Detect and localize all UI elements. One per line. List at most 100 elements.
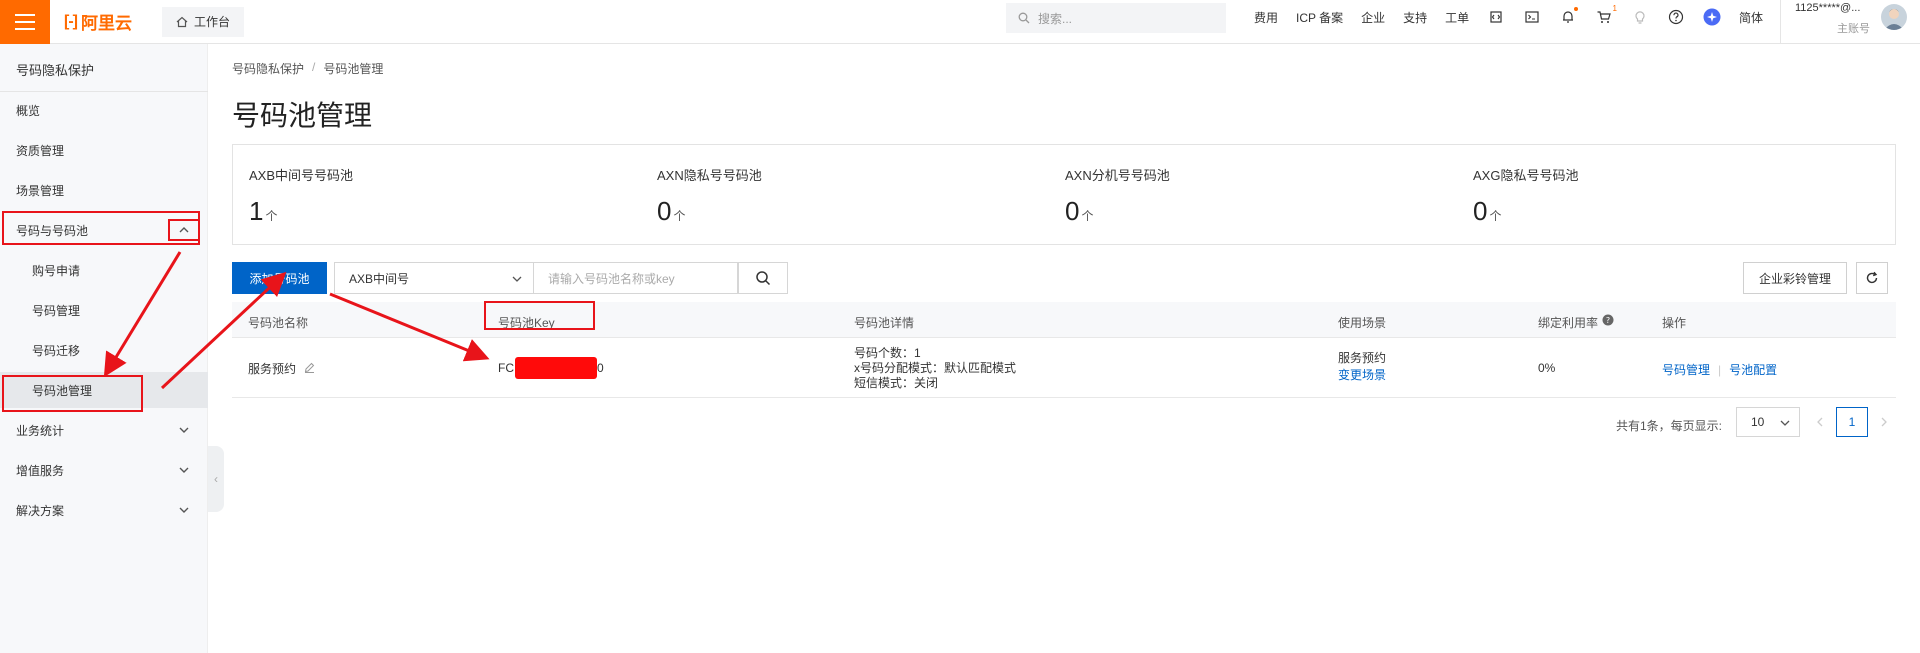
detail-line: x号码分配模式：默认匹配模式 (854, 361, 1017, 375)
utilization-value: 0% (1538, 361, 1556, 375)
stat-unit: 个 (1489, 209, 1502, 223)
redaction-mark (515, 357, 597, 379)
change-scene-link[interactable]: 变更场景 (1338, 367, 1386, 384)
column-header: 号码池详情 (854, 316, 915, 330)
stat-axn-extension: AXN分机号号码池 0个 (1065, 165, 1170, 227)
user-role: 主账号 (1837, 23, 1870, 35)
sidebar-item-solutions[interactable]: 解决方案 (0, 492, 208, 528)
user-menu[interactable]: 1125*****@... 主账号 (1780, 0, 1920, 44)
nav-link-icp[interactable]: ICP 备案 (1287, 9, 1352, 26)
stat-label: AXN隐私号号码池 (657, 168, 762, 183)
sidebar-item-number-manage[interactable]: 号码管理 (0, 292, 208, 328)
actions-cell: 号码管理 | 号池配置 (1662, 361, 1777, 378)
pool-name: 服务预约 (248, 362, 297, 376)
sidebar-item-value-added[interactable]: 增值服务 (0, 452, 208, 488)
sidebar: 号码隐私保护 概览 资质管理 场景管理 号码与号码池 购号申请 号码管理 号码迁… (0, 44, 208, 653)
breadcrumb: 号码隐私保护 / 号码池管理 (232, 60, 383, 77)
sidebar-title: 号码隐私保护 (16, 63, 95, 78)
stat-value: 0 (1473, 196, 1488, 226)
chevron-down-icon (1780, 420, 1790, 426)
language-switch[interactable]: 简体 (1739, 9, 1763, 26)
table-header: 号码池名称 号码池Key 号码池详情 使用场景 绑定利用率 ? 操作 (232, 302, 1896, 338)
page-number-current[interactable]: 1 (1836, 407, 1868, 437)
sidebar-item-scenes[interactable]: 场景管理 (0, 172, 208, 208)
column-header: 操作 (1662, 316, 1687, 330)
annotation-box-chevron (168, 219, 200, 241)
help-icon[interactable] (1667, 8, 1685, 26)
column-header: 使用场景 (1338, 316, 1387, 330)
column-header: 绑定利用率 (1538, 316, 1599, 330)
pagination-summary: 共有1条，每页显示: (1616, 419, 1723, 433)
search-button[interactable] (738, 262, 788, 294)
nav-link-enterprise[interactable]: 企业 (1352, 9, 1394, 26)
bell-dot (1574, 7, 1578, 11)
number-manage-link[interactable]: 号码管理 (1662, 363, 1710, 377)
stat-label: AXB中间号号码池 (249, 168, 354, 183)
stat-unit: 个 (673, 209, 686, 223)
edit-icon[interactable] (304, 362, 315, 373)
sidebar-item-purchase[interactable]: 购号申请 (0, 252, 208, 288)
stat-value: 1 (249, 196, 264, 226)
brand-name: 阿里云 (80, 14, 132, 33)
prev-page-button[interactable] (1808, 407, 1832, 437)
annotation-box-pool-key (484, 301, 595, 330)
pool-details: 号码个数：1 x号码分配模式：默认匹配模式 短信模式：关闭 (854, 346, 1016, 391)
pool-search-input[interactable]: 请输入号码池名称或key (534, 262, 738, 294)
refresh-button[interactable] (1856, 262, 1888, 294)
refresh-icon (1866, 271, 1878, 284)
breadcrumb-separator: / (312, 60, 316, 74)
code-icon[interactable] (1487, 8, 1505, 26)
breadcrumb-item[interactable]: 号码隐私保护 (232, 60, 304, 77)
stat-axn-private: AXN隐私号号码池 0个 (657, 165, 762, 227)
stat-unit: 个 (265, 209, 278, 223)
nav-link-ticket[interactable]: 工单 (1436, 9, 1478, 26)
sidebar-item-number-migrate[interactable]: 号码迁移 (0, 332, 208, 368)
add-pool-button[interactable]: 添加号码池 (232, 262, 327, 294)
global-search-input[interactable]: 搜索... (1006, 3, 1226, 33)
lightbulb-icon[interactable] (1631, 8, 1649, 26)
detail-line: 号码个数：1 (854, 346, 921, 360)
ai-assistant-icon[interactable] (1703, 8, 1721, 26)
nav-link-billing[interactable]: 费用 (1245, 9, 1287, 26)
sidebar-item-statistics[interactable]: 业务统计 (0, 412, 208, 448)
stats-panel: AXB中间号号码池 1个 AXN隐私号号码池 0个 AXN分机号号码池 0个 A… (232, 144, 1896, 245)
pool-config-link[interactable]: 号池配置 (1729, 363, 1777, 377)
svg-text:?: ? (1606, 316, 1610, 325)
cart-icon[interactable]: 1 (1595, 4, 1617, 26)
stat-axb: AXB中间号号码池 1个 (249, 165, 353, 227)
stat-value: 0 (1065, 196, 1080, 226)
sidebar-collapse-handle[interactable]: ‹ (208, 446, 224, 512)
chevron-down-icon[interactable] (178, 424, 190, 436)
aliyun-logo[interactable]: [-] 阿里云 (64, 9, 132, 34)
page-title: 号码池管理 (232, 100, 373, 131)
chevron-down-icon (512, 276, 522, 282)
avatar[interactable] (1881, 4, 1907, 30)
help-icon[interactable]: ? (1602, 314, 1614, 326)
nav-link-support[interactable]: 支持 (1394, 9, 1436, 26)
pagination: 共有1条，每页显示: 10 1 (1616, 406, 1896, 440)
search-icon (1018, 12, 1030, 24)
user-name: 1125*****@... (1795, 2, 1861, 14)
aliyun-logo-icon: [-] (64, 12, 78, 30)
workbench-button[interactable]: 工作台 (161, 6, 244, 37)
sidebar-item-label: 号码迁移 (32, 343, 81, 358)
chevron-down-icon[interactable] (178, 464, 190, 476)
top-nav-links: 费用 ICP 备案 企业 支持 工单 (1245, 0, 1478, 34)
next-page-button[interactable] (1872, 407, 1896, 437)
terminal-icon[interactable] (1523, 8, 1541, 26)
chevron-right-icon (1881, 417, 1887, 427)
sidebar-item-label: 资质管理 (16, 143, 65, 158)
ringtone-manage-button[interactable]: 企业彩铃管理 (1743, 262, 1847, 294)
stat-label: AXG隐私号号码池 (1473, 168, 1579, 183)
sidebar-item-qualification[interactable]: 资质管理 (0, 132, 208, 168)
chevron-down-icon[interactable] (178, 504, 190, 516)
pool-type-value: AXB中间号 (349, 271, 410, 286)
page-size-value: 10 (1751, 415, 1765, 429)
sidebar-item-label: 解决方案 (16, 503, 65, 518)
menu-icon[interactable] (0, 0, 50, 44)
sidebar-item-overview[interactable]: 概览 (0, 92, 208, 128)
pool-type-select[interactable]: AXB中间号 (334, 262, 534, 294)
home-icon (176, 16, 188, 27)
page-size-select[interactable]: 10 (1736, 407, 1800, 437)
bell-icon[interactable] (1559, 7, 1578, 26)
